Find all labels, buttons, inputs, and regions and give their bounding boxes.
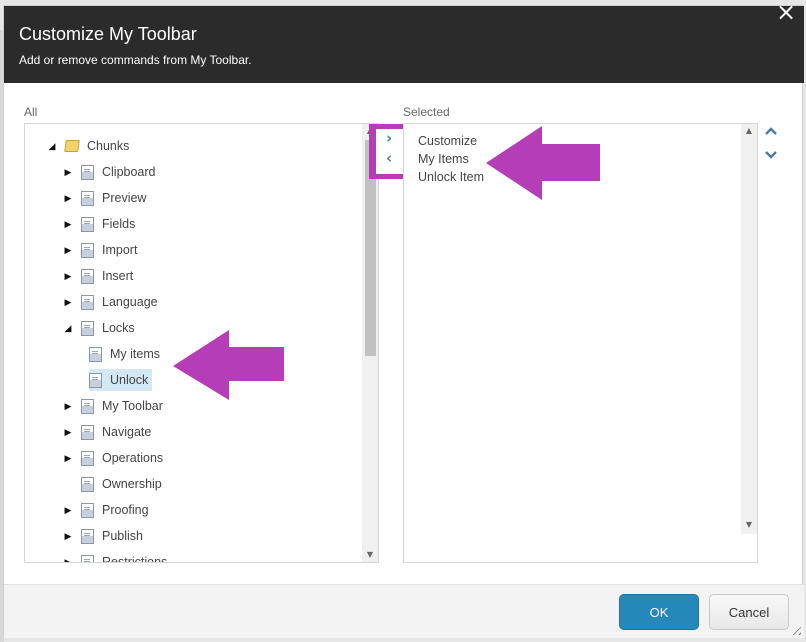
dialog-subtitle: Add or remove commands from My Toolbar. xyxy=(19,53,252,67)
dialog-footer: OK Cancel xyxy=(4,584,804,638)
tree-node-label: Unlock xyxy=(110,373,149,387)
selected-label: Selected xyxy=(403,105,450,119)
move-buttons: › ‹ xyxy=(376,129,406,174)
chevron-up-icon xyxy=(765,127,777,135)
collapsed-triangle-icon[interactable]: ▶ xyxy=(63,401,73,411)
remove-from-selected-button[interactable]: ‹ xyxy=(386,149,392,167)
dialog-title: Customize My Toolbar xyxy=(19,24,197,44)
scroll-up-arrow-icon[interactable]: ▲ xyxy=(741,126,757,135)
scroll-down-arrow-icon[interactable]: ▼ xyxy=(741,520,757,529)
move-down-button[interactable] xyxy=(764,148,778,164)
resize-grip-icon[interactable] xyxy=(789,623,801,635)
document-icon xyxy=(81,294,94,310)
collapsed-triangle-icon[interactable]: ▶ xyxy=(63,219,73,229)
document-icon xyxy=(81,398,94,414)
document-icon xyxy=(81,450,94,466)
document-icon xyxy=(81,242,94,258)
collapsed-triangle-icon[interactable]: ▶ xyxy=(63,167,73,177)
close-icon[interactable]: × xyxy=(776,0,796,26)
tree-node-label: Ownership xyxy=(102,477,162,491)
tree-node[interactable]: ▶ Preview xyxy=(63,187,146,209)
collapsed-triangle-icon[interactable]: ▶ xyxy=(63,505,73,515)
scroll-down-arrow-icon[interactable]: ▼ xyxy=(362,550,378,559)
no-expander xyxy=(63,479,73,489)
tree-node[interactable]: ▶ Clipboard xyxy=(63,161,156,183)
tree-node[interactable]: ▶ Language xyxy=(63,291,158,313)
expanded-triangle-icon[interactable]: ◢ xyxy=(63,323,73,333)
document-icon xyxy=(89,346,102,362)
collapsed-triangle-icon[interactable]: ▶ xyxy=(63,557,73,562)
tree-node-label: Publish xyxy=(102,529,143,543)
tree-node[interactable]: ▶ Fields xyxy=(63,213,135,235)
document-icon xyxy=(81,424,94,440)
document-icon xyxy=(89,372,102,388)
annotation-arrow-tree xyxy=(173,330,284,400)
folder-icon xyxy=(64,140,80,152)
document-icon xyxy=(81,476,94,492)
tree-node[interactable]: ◢ Locks xyxy=(63,317,135,339)
annotation-arrow-shape xyxy=(173,330,284,400)
collapsed-triangle-icon[interactable]: ▶ xyxy=(63,531,73,541)
collapsed-triangle-icon[interactable]: ▶ xyxy=(63,453,73,463)
tree-node-label: Chunks xyxy=(87,139,130,153)
tree-node[interactable]: Ownership xyxy=(63,473,162,495)
move-up-button[interactable] xyxy=(764,124,778,140)
chevron-down-icon xyxy=(765,151,777,159)
tree-node-label: Clipboard xyxy=(102,165,156,179)
tree-node-label: Language xyxy=(102,295,158,309)
tree-node-label: Preview xyxy=(102,191,147,205)
tree-node[interactable]: ▶ My Toolbar xyxy=(63,395,163,417)
tree-node[interactable]: ▶ Navigate xyxy=(63,421,151,443)
document-icon xyxy=(81,502,94,518)
document-icon xyxy=(81,268,94,284)
document-icon xyxy=(81,554,94,562)
document-icon xyxy=(81,216,94,232)
selected-scrollbar[interactable]: ▲ ▼ xyxy=(741,124,757,534)
tree-node-label: Restrictions xyxy=(102,555,168,563)
tree-node-label: Operations xyxy=(102,451,164,465)
add-to-selected-button[interactable]: › xyxy=(386,129,392,147)
tree-node-label: Locks xyxy=(102,321,135,335)
tree-node-label: Insert xyxy=(102,269,134,283)
document-icon xyxy=(81,320,94,336)
selected-item[interactable]: My Items xyxy=(418,152,469,166)
collapsed-triangle-icon[interactable]: ▶ xyxy=(63,427,73,437)
document-icon xyxy=(81,164,94,180)
collapsed-triangle-icon[interactable]: ▶ xyxy=(63,193,73,203)
tree-scrollbar[interactable]: ▲ ▼ xyxy=(362,124,378,562)
document-icon xyxy=(81,190,94,206)
tree-node[interactable]: My items xyxy=(89,343,160,365)
tree-node-label: Import xyxy=(102,243,138,257)
cancel-button[interactable]: Cancel xyxy=(709,594,789,630)
tree-node[interactable]: ▶ Operations xyxy=(63,447,163,469)
tree-node-label: My items xyxy=(110,347,160,361)
dialog-header: Customize My Toolbar Add or remove comma… xyxy=(4,6,804,83)
tree-node-label: My Toolbar xyxy=(102,399,163,413)
selected-item[interactable]: Customize xyxy=(418,134,477,148)
tree-node-label: Fields xyxy=(102,217,136,231)
ok-button[interactable]: OK xyxy=(619,594,699,630)
collapsed-triangle-icon[interactable]: ▶ xyxy=(63,297,73,307)
tree-node[interactable]: ▶ Publish xyxy=(63,525,143,547)
tree-node[interactable]: ▶ Proofing xyxy=(63,499,149,521)
collapsed-triangle-icon[interactable]: ▶ xyxy=(63,271,73,281)
collapsed-triangle-icon[interactable]: ▶ xyxy=(63,245,73,255)
tree-node-label: Navigate xyxy=(102,425,152,439)
all-label: All xyxy=(24,105,38,119)
customize-toolbar-dialog: Customize My Toolbar Add or remove comma… xyxy=(3,0,804,638)
tree-node[interactable]: ▶ Insert xyxy=(63,265,133,287)
tree-node[interactable]: ▶ Restrictions xyxy=(63,551,168,563)
tree-node[interactable]: ◢ Chunks xyxy=(47,135,130,157)
expanded-triangle-icon[interactable]: ◢ xyxy=(47,141,57,151)
annotation-arrow-shape xyxy=(486,126,600,200)
tree-node-label: Proofing xyxy=(102,503,149,517)
tree-node[interactable]: Unlock xyxy=(89,369,153,391)
tree-node[interactable]: ▶ Import xyxy=(63,239,137,261)
document-icon xyxy=(81,528,94,544)
selected-item[interactable]: Unlock Item xyxy=(418,170,484,184)
annotation-arrow-selected xyxy=(486,126,600,200)
